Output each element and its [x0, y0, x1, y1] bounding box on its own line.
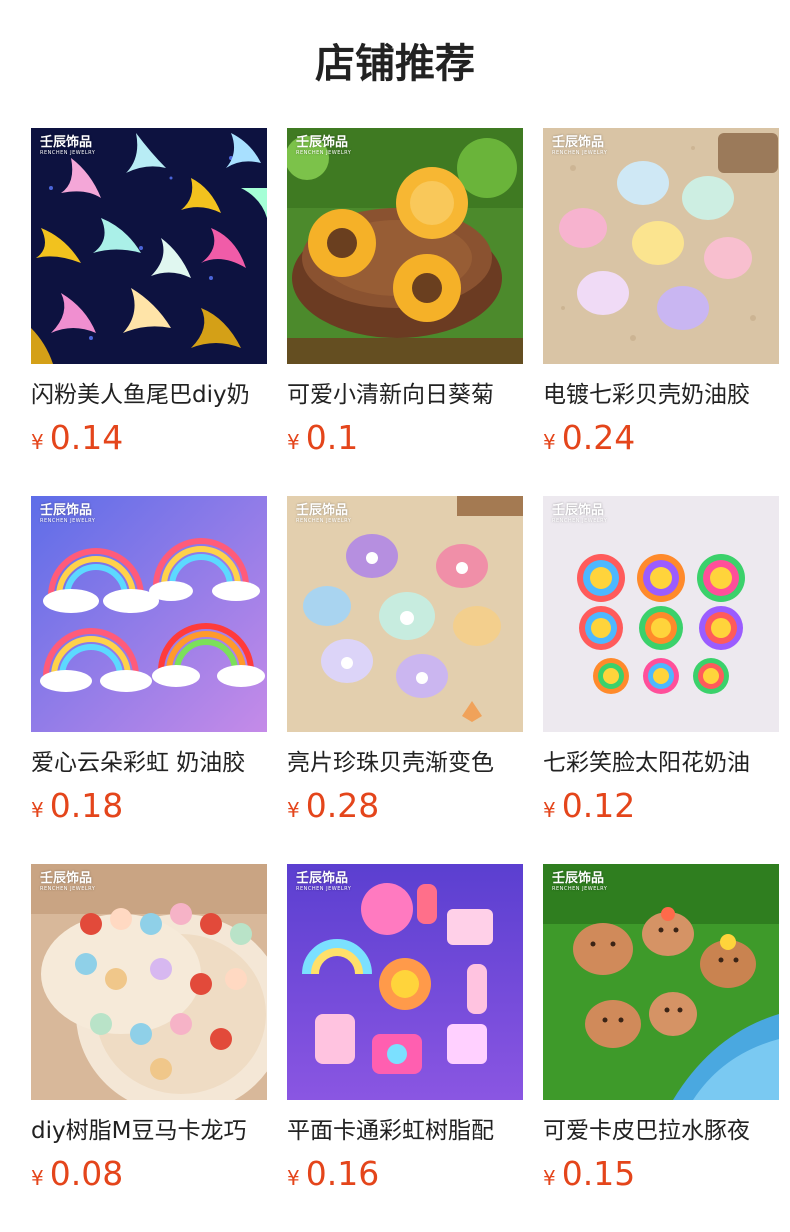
product-name[interactable]: 平面卡通彩虹树脂配 — [287, 1114, 523, 1148]
brand-watermark: 壬辰饰品 RENCHEN JEWELRY — [552, 135, 608, 157]
currency-symbol: ¥ — [31, 798, 44, 822]
product-card[interactable]: 壬辰饰品 RENCHEN JEWELRY 电镀七彩贝壳奶油胶 ¥0.24 — [543, 128, 779, 458]
brand-watermark: 壬辰饰品 RENCHEN JEWELRY — [40, 871, 96, 893]
product-card[interactable]: 壬辰饰品 RENCHEN JEWELRY diy树脂M豆马卡龙巧 ¥0.08 — [31, 864, 267, 1194]
product-price: ¥0.08 — [31, 1154, 123, 1194]
product-image[interactable]: 壬辰饰品 RENCHEN JEWELRY — [287, 864, 523, 1100]
brand-watermark: 壬辰饰品 RENCHEN JEWELRY — [40, 503, 96, 525]
product-image[interactable]: 壬辰饰品 RENCHEN JEWELRY — [543, 496, 779, 732]
price-value: 0.08 — [49, 1154, 124, 1193]
price-value: 0.28 — [305, 786, 380, 825]
product-price: ¥0.1 — [287, 418, 358, 458]
currency-symbol: ¥ — [31, 430, 44, 454]
price-value: 0.1 — [305, 418, 359, 457]
currency-symbol: ¥ — [31, 1166, 44, 1190]
product-image[interactable]: 壬辰饰品 RENCHEN JEWELRY — [543, 128, 779, 364]
price-value: 0.18 — [49, 786, 124, 825]
currency-symbol: ¥ — [287, 430, 300, 454]
product-image[interactable]: 壬辰饰品 RENCHEN JEWELRY — [287, 128, 523, 364]
product-card[interactable]: 壬辰饰品 RENCHEN JEWELRY 爱心云朵彩虹 奶油胶 ¥0.18 — [31, 496, 267, 826]
product-card[interactable]: 壬辰饰品 RENCHEN JEWELRY 可爱卡皮巴拉水豚夜 ¥0.15 — [543, 864, 779, 1194]
brand-watermark: 壬辰饰品 RENCHEN JEWELRY — [40, 135, 96, 157]
product-name[interactable]: diy树脂M豆马卡龙巧 — [31, 1114, 267, 1148]
product-price: ¥0.28 — [287, 786, 379, 826]
brand-watermark: 壬辰饰品 RENCHEN JEWELRY — [296, 503, 352, 525]
product-card[interactable]: 壬辰饰品 RENCHEN JEWELRY 亮片珍珠贝壳渐变色 ¥0.28 — [287, 496, 523, 826]
product-image[interactable]: 壬辰饰品 RENCHEN JEWELRY — [287, 496, 523, 732]
product-price: ¥0.12 — [543, 786, 635, 826]
brand-watermark: 壬辰饰品 RENCHEN JEWELRY — [296, 871, 352, 893]
product-image[interactable]: 壬辰饰品 RENCHEN JEWELRY — [31, 128, 267, 364]
product-name[interactable]: 亮片珍珠贝壳渐变色 — [287, 746, 523, 780]
currency-symbol: ¥ — [543, 1166, 556, 1190]
product-image[interactable]: 壬辰饰品 RENCHEN JEWELRY — [543, 864, 779, 1100]
product-price: ¥0.24 — [543, 418, 635, 458]
currency-symbol: ¥ — [543, 798, 556, 822]
product-name[interactable]: 可爱小清新向日葵菊 — [287, 378, 523, 412]
product-price: ¥0.15 — [543, 1154, 635, 1194]
price-value: 0.14 — [49, 418, 124, 457]
price-value: 0.15 — [561, 1154, 636, 1193]
product-price: ¥0.16 — [287, 1154, 379, 1194]
currency-symbol: ¥ — [543, 430, 556, 454]
price-value: 0.16 — [305, 1154, 380, 1193]
price-value: 0.24 — [561, 418, 636, 457]
product-card[interactable]: 壬辰饰品 RENCHEN JEWELRY 闪粉美人鱼尾巴diy奶 ¥0.14 — [31, 128, 267, 458]
brand-watermark: 壬辰饰品 RENCHEN JEWELRY — [552, 503, 608, 525]
product-name[interactable]: 电镀七彩贝壳奶油胶 — [543, 378, 779, 412]
product-card[interactable]: 壬辰饰品 RENCHEN JEWELRY 七彩笑脸太阳花奶油 ¥0.12 — [543, 496, 779, 826]
product-price: ¥0.18 — [31, 786, 123, 826]
product-name[interactable]: 七彩笑脸太阳花奶油 — [543, 746, 779, 780]
price-value: 0.12 — [561, 786, 636, 825]
currency-symbol: ¥ — [287, 798, 300, 822]
recommend-page: 店铺推荐 壬辰饰品 RENCHEN JEWELRY 闪粉美人鱼尾巴diy奶 ¥ … — [0, 0, 790, 1232]
product-card[interactable]: 壬辰饰品 RENCHEN JEWELRY 平面卡通彩虹树脂配 ¥0.16 — [287, 864, 523, 1194]
product-name[interactable]: 闪粉美人鱼尾巴diy奶 — [31, 378, 267, 412]
product-name[interactable]: 爱心云朵彩虹 奶油胶 — [31, 746, 267, 780]
currency-symbol: ¥ — [287, 1166, 300, 1190]
product-price: ¥0.14 — [31, 418, 123, 458]
product-image[interactable]: 壬辰饰品 RENCHEN JEWELRY — [31, 496, 267, 732]
product-image[interactable]: 壬辰饰品 RENCHEN JEWELRY — [31, 864, 267, 1100]
product-name[interactable]: 可爱卡皮巴拉水豚夜 — [543, 1114, 779, 1148]
section-title: 店铺推荐 — [315, 41, 475, 87]
brand-watermark: 壬辰饰品 RENCHEN JEWELRY — [552, 871, 608, 893]
brand-watermark: 壬辰饰品 RENCHEN JEWELRY — [296, 135, 352, 157]
product-card[interactable]: 壬辰饰品 RENCHEN JEWELRY 可爱小清新向日葵菊 ¥0.1 — [287, 128, 523, 458]
